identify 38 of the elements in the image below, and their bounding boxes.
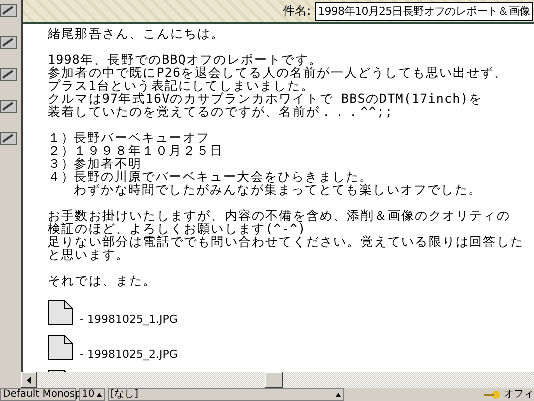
size-dropdown[interactable]: 10 [79,388,105,401]
text-line: 1998年、長野でのBBQオフのレポートです。 [48,53,324,66]
text-line: 検証のほど、よろしくお願いします(^-^) [48,222,306,235]
subject-label: 件名: [283,2,312,20]
text-line: プラス1台という表記にしてしまいました。 [48,79,315,92]
text-line: 装着していたのを覚えてるのですが、名前が．．．^^;; [48,105,394,118]
message-body[interactable] [23,24,534,372]
style-dropdown[interactable]: [なし] [108,388,344,401]
file-icon [48,335,74,361]
scroll-left-button[interactable] [21,372,37,388]
list-marker: １） [48,131,74,144]
text-line: と思います。 [48,248,130,261]
text-line: 足りない部分は電話ででも問い合わせてください。覚えている限りは回答した [48,235,525,248]
list-marker: ４） [48,170,74,184]
list-marker: ２） [48,144,74,157]
caret-icon [96,392,102,396]
list-text: 長野の川原でバーベキュー大会をひらきました。 [74,170,374,183]
horizontal-scrollbar[interactable] [21,372,534,388]
scroll-thumb[interactable] [265,372,283,388]
text-line: 参加者の中で既にP26を退会してる人の名前が一人どうしても思い出せず、 [48,66,509,79]
attachment-name: - 19981025_2.JPG [80,349,178,361]
list-text: １９９８年１０月２５日 [74,144,224,157]
caret-icon [336,392,341,396]
pencil-icon[interactable] [0,2,18,20]
list-text: 長野バーベキューオフ [74,131,210,144]
list-marker: ３） [48,157,74,170]
text-line: お手数お掛けいたしますが、内容の不備を含め、添削＆画像のクオリティの [48,209,512,222]
list-text: 参加者不明 [74,157,142,170]
file-icon [48,300,74,326]
text-line: それでは、また。 [48,274,158,287]
subject-field[interactable]: 1998年10月25日長野オフのレポート＆画像 [315,2,533,20]
attachment-name: - 19981025_1.JPG [80,314,178,326]
text-line: 緒尾那吾さん、こんにちは。 [48,27,226,40]
text-line: クルマは97年式16Vのカサブランカホワイトで BBSのDTM(17inch)を [48,92,484,105]
list-text: わずかな時間でしたがみんなが集まってとても楽しいオフでした。 [74,183,482,196]
left-arrow-icon [27,376,31,384]
status-label: オフィ [504,388,534,400]
key-icon [483,390,501,400]
